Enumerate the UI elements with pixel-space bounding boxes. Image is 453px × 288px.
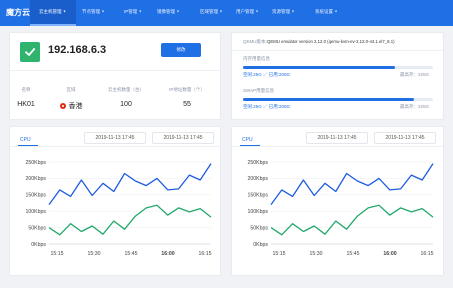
chevron-down-icon: ▾ — [102, 8, 105, 14]
x-tick-label: 16:00 — [383, 251, 396, 257]
y-tick-label: 50Kbps — [28, 225, 46, 231]
qemu-label: QEMU版本： — [243, 39, 270, 44]
y-tick-label: 150Kbps — [248, 193, 269, 199]
memory-max: 最高存：225G — [400, 72, 430, 77]
y-tick-label: 100Kbps — [26, 209, 47, 215]
chevron-down-icon: ▾ — [139, 8, 142, 14]
chevron-down-icon: ▾ — [220, 8, 223, 14]
series-line — [48, 204, 212, 236]
host-count: 100 — [120, 101, 132, 108]
x-tick-label: 15:30 — [310, 251, 323, 257]
nav-item-cloud-hosts[interactable]: 云主机管理 ▾ — [30, 0, 76, 26]
tab-cpu[interactable]: CPU — [20, 137, 31, 143]
tab-cpu[interactable]: CPU — [242, 137, 253, 143]
x-tick-label: 15:15 — [273, 251, 286, 257]
y-tick-label: 200Kbps — [26, 176, 47, 182]
series-line — [270, 204, 434, 236]
check-icon — [25, 48, 36, 56]
y-tick-label: 250Kbps — [26, 160, 47, 166]
x-tick-label: 15:15 — [51, 251, 64, 257]
end-date-picker[interactable]: 2019-11-13 17:45 — [152, 132, 214, 144]
swap-progress-fill — [243, 98, 414, 101]
chevron-down-icon: ▾ — [292, 8, 295, 14]
chevron-down-icon: ▾ — [177, 8, 180, 14]
x-tick-label: 16:15 — [199, 251, 212, 257]
swap-progress-bar — [243, 98, 433, 101]
y-tick-label: 50Kbps — [250, 225, 268, 231]
chevron-down-icon: ▾ — [63, 8, 66, 14]
x-tick-label: 15:30 — [88, 251, 101, 257]
app-logo[interactable]: 魔方云 — [6, 7, 30, 18]
y-tick-label: 0Kbps — [31, 242, 46, 248]
end-date-picker[interactable]: 2019-11-13 17:45 — [374, 132, 436, 144]
divider — [232, 146, 443, 147]
qemu-version: QEMU emulator version 2.12.0 (qemu-kvm-e… — [267, 39, 395, 44]
y-tick-label: 200Kbps — [248, 176, 269, 182]
header-host-count: 云主机数量（台） — [108, 87, 144, 92]
edit-button[interactable]: 修改 — [161, 43, 201, 57]
server-name: HK01 — [17, 101, 35, 108]
divider — [232, 50, 443, 51]
nav-item-regions[interactable]: 区域管理 ▾ — [200, 0, 222, 26]
header-ip-count: IP地址数量（个） — [169, 87, 205, 92]
header-region: 区域 — [66, 87, 76, 92]
start-date-picker[interactable]: 2019-11-13 17:45 — [84, 132, 146, 144]
server-ip: 192.168.6.3 — [48, 44, 107, 56]
nav-item-images[interactable]: 镜像管理 ▾ — [157, 0, 179, 26]
memory-detail: 空闲:25G ／ 已用:200G — [243, 72, 291, 77]
swap-detail: 空闲:25G ／ 已用:200G — [243, 104, 291, 109]
y-tick-label: 0Kbps — [253, 242, 268, 248]
y-tick-label: 150Kbps — [26, 193, 47, 199]
server-region: 香港 — [48, 101, 94, 111]
hong-kong-flag-icon — [59, 102, 66, 109]
status-check-badge — [20, 42, 40, 62]
y-tick-label: 250Kbps — [248, 160, 269, 166]
header-name: 名称 — [21, 87, 31, 92]
start-date-picker[interactable]: 2019-11-13 17:45 — [306, 132, 368, 144]
divider — [10, 70, 220, 71]
x-tick-label: 16:00 — [161, 251, 174, 257]
y-tick-label: 100Kbps — [248, 209, 269, 215]
chevron-down-icon: ▾ — [335, 8, 338, 14]
memory-title: 内存用量信息 — [243, 56, 270, 61]
x-tick-label: 15:45 — [125, 251, 138, 257]
swap-title: SWAP用量信息 — [243, 88, 275, 93]
cpu-line-chart: 0Kbps 50Kbps 100Kbps 150Kbps 200Kbps 250Kbps 1… — [26, 160, 212, 257]
nav-item-resources[interactable]: 资源管理 ▾ — [272, 0, 294, 26]
divider — [10, 146, 220, 147]
swap-max: 最高存：225G — [400, 104, 430, 109]
top-navigation-bar: 魔方云 云主机管理 ▾ 节点管理 ▾ IP管理 ▾ 镜像管理 ▾ 区域管理 ▾ 用户管理 ▾… — [0, 0, 453, 26]
nav-item-ip[interactable]: IP管理 ▾ — [124, 0, 141, 26]
nav-item-settings[interactable]: 系统设置 ▾ — [315, 0, 337, 26]
nav-item-users[interactable]: 用户管理 ▾ — [236, 0, 258, 26]
series-line — [48, 163, 212, 205]
series-line — [270, 163, 434, 205]
chevron-down-icon: ▾ — [256, 8, 259, 14]
cpu-line-chart: 0Kbps 50Kbps 100Kbps 150Kbps 200Kbps 250Kbps 1… — [248, 160, 434, 257]
x-tick-label: 16:15 — [421, 251, 434, 257]
ip-count: 55 — [183, 101, 191, 108]
memory-progress-fill — [243, 66, 395, 69]
memory-progress-bar — [243, 66, 433, 69]
x-tick-label: 15:45 — [347, 251, 360, 257]
nav-item-nodes[interactable]: 节点管理 ▾ — [82, 0, 104, 26]
